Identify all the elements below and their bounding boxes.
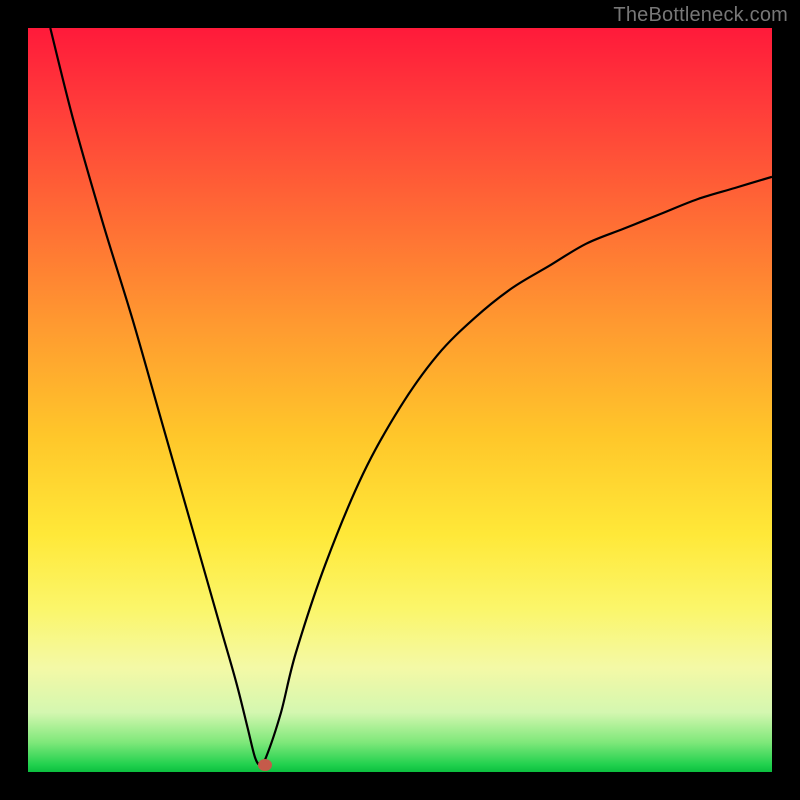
bottleneck-curve bbox=[50, 28, 772, 765]
curve-svg bbox=[28, 28, 772, 772]
plot-area bbox=[28, 28, 772, 772]
optimal-point-marker bbox=[258, 759, 272, 771]
watermark-text: TheBottleneck.com bbox=[613, 4, 788, 27]
chart-frame: TheBottleneck.com bbox=[0, 0, 800, 800]
